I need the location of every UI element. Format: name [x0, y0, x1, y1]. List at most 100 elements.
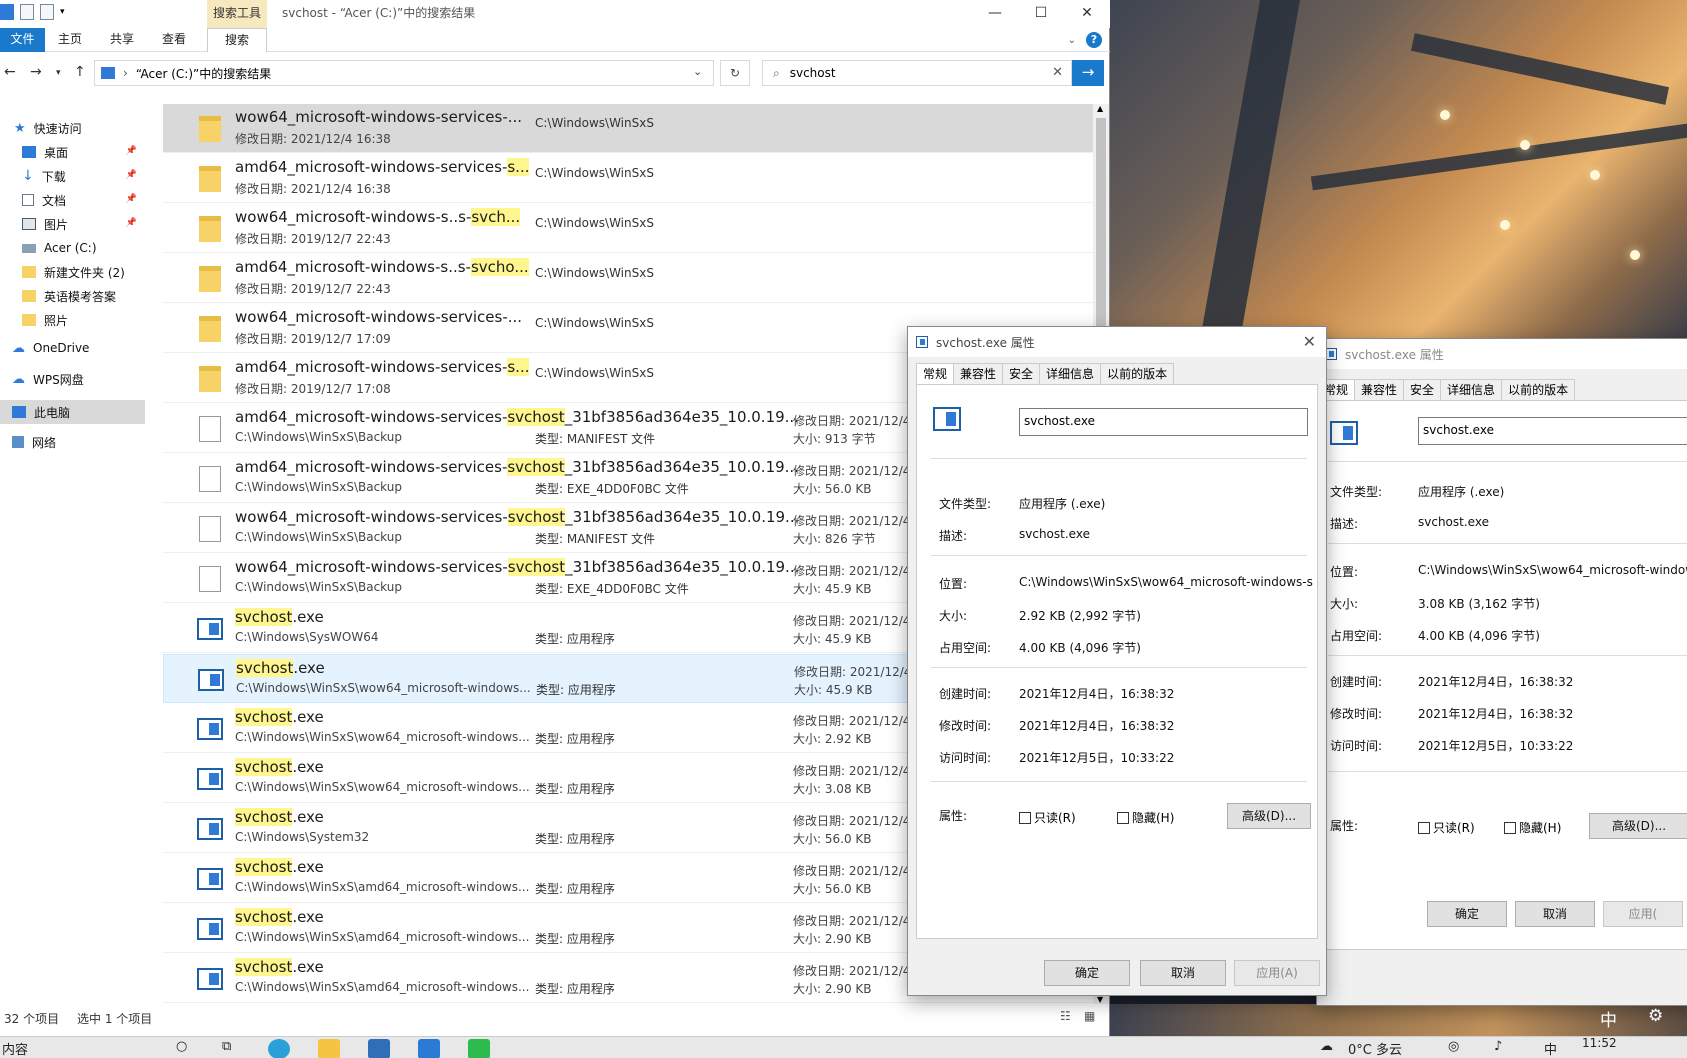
- tab-details[interactable]: 详细信息: [1440, 379, 1503, 401]
- maximize-button[interactable]: ☐: [1018, 0, 1064, 28]
- property-label: 位置:: [1330, 565, 1359, 579]
- file-explorer-icon[interactable]: [318, 1039, 340, 1058]
- ok-button[interactable]: 确定: [1044, 960, 1130, 986]
- mail-icon[interactable]: [418, 1039, 440, 1058]
- address-bar[interactable]: › “Acer (C:)”中的搜索结果: [94, 60, 714, 86]
- up-icon[interactable]: ↑: [74, 64, 86, 80]
- nav-wps-drive[interactable]: ☁ WPS网盘: [0, 367, 145, 391]
- result-size: 大小: 2.90 KB: [793, 982, 872, 996]
- readonly-checkbox[interactable]: 只读(R): [1019, 809, 1076, 826]
- filename-field[interactable]: svchost.exe: [1019, 408, 1308, 436]
- tab-previous-versions[interactable]: 以前的版本: [1501, 379, 1576, 401]
- result-type: 类型: 应用程序: [535, 982, 615, 996]
- tab-search[interactable]: 搜索: [207, 28, 267, 52]
- clear-search-icon[interactable]: ✕: [1052, 65, 1063, 80]
- back-icon[interactable]: ←: [4, 64, 16, 80]
- result-subtitle: C:\Windows\WinSxS\Backup: [235, 430, 402, 444]
- apply-button[interactable]: 应用(: [1603, 901, 1683, 927]
- edge-icon[interactable]: [268, 1039, 290, 1058]
- tab-previous-versions[interactable]: 以前的版本: [1100, 363, 1175, 385]
- address-dropdown-icon[interactable]: ⌄: [693, 65, 702, 78]
- cancel-button[interactable]: 取消: [1140, 960, 1226, 986]
- tab-security[interactable]: 安全: [1403, 379, 1442, 401]
- result-subtitle: 修改日期: 2019/12/7 22:43: [235, 282, 391, 296]
- pin-icon[interactable]: 📌: [126, 194, 137, 204]
- filename-field[interactable]: svchost.exe: [1418, 417, 1687, 445]
- nav-new-folder-2[interactable]: 新建文件夹 (2): [0, 260, 145, 284]
- table-row[interactable]: wow64_microsoft-windows-s..s-svch... 修改日期…: [163, 204, 1093, 253]
- hidden-checkbox[interactable]: 隐藏(H): [1504, 819, 1561, 836]
- advanced-button[interactable]: 高级(D)...: [1227, 803, 1311, 829]
- nav-network[interactable]: 网络: [0, 430, 145, 454]
- help-icon[interactable]: ?: [1086, 32, 1102, 48]
- properties-icon[interactable]: [20, 4, 34, 20]
- recent-locations-icon[interactable]: ▾: [56, 68, 61, 78]
- pin-icon[interactable]: 📌: [126, 146, 137, 156]
- tab-general[interactable]: 常规: [916, 363, 955, 385]
- result-location: C:\Windows\WinSxS: [535, 166, 654, 180]
- tiles-view-icon[interactable]: ▦: [1084, 1009, 1095, 1023]
- advanced-button[interactable]: 高级(D)...: [1589, 813, 1687, 839]
- readonly-checkbox[interactable]: 只读(R): [1418, 819, 1475, 836]
- dialog-title: svchost.exe 属性: [1345, 347, 1444, 362]
- nav-english-answers-label: 英语模考答案: [44, 289, 117, 304]
- ok-button[interactable]: 确定: [1427, 901, 1507, 927]
- nav-quick-access[interactable]: ★ 快速访问: [0, 116, 145, 140]
- tab-view[interactable]: 查看: [154, 28, 194, 52]
- settings-icon[interactable]: ⚙: [1648, 1006, 1663, 1026]
- tab-file[interactable]: 文件: [0, 28, 45, 52]
- cancel-button[interactable]: 取消: [1515, 901, 1595, 927]
- search-icon[interactable]: ○: [176, 1039, 187, 1054]
- task-view-icon[interactable]: ⧉: [222, 1039, 231, 1054]
- exe-icon: [1330, 421, 1358, 445]
- item-count: 32 个项目: [4, 1012, 60, 1026]
- store-icon[interactable]: [368, 1039, 390, 1058]
- clock[interactable]: 11:52: [1582, 1036, 1617, 1050]
- nav-documents[interactable]: 文档 📌: [0, 188, 145, 212]
- nav-photos[interactable]: 照片: [0, 308, 145, 332]
- ime-indicator[interactable]: 中: [1600, 1006, 1617, 1031]
- wechat-icon[interactable]: [468, 1039, 490, 1058]
- weather-text[interactable]: 0°C 多云: [1348, 1039, 1402, 1058]
- details-view-icon[interactable]: ☷: [1060, 1009, 1071, 1023]
- pin-icon[interactable]: 📌: [126, 218, 137, 228]
- table-row[interactable]: amd64_microsoft-windows-s..s-svcho... 修改日…: [163, 254, 1093, 303]
- result-name-suffix: _31bf3856ad364e35_10.0.19...: [565, 558, 800, 576]
- apply-button[interactable]: 应用(A): [1234, 960, 1320, 986]
- hidden-checkbox[interactable]: 隐藏(H): [1117, 809, 1174, 826]
- nav-acer-c[interactable]: Acer (C:): [0, 236, 145, 260]
- weather-icon[interactable]: ☁: [1320, 1039, 1333, 1054]
- nav-english-answers[interactable]: 英语模考答案: [0, 284, 145, 308]
- close-icon[interactable]: ✕: [1303, 332, 1316, 351]
- tab-share[interactable]: 共享: [102, 28, 142, 52]
- scroll-down-icon[interactable]: ▼: [1097, 995, 1103, 1004]
- new-folder-icon[interactable]: [40, 4, 54, 20]
- result-name-suffix: _31bf3856ad364e35_10.0.19...: [564, 458, 799, 476]
- minimize-button[interactable]: —: [972, 0, 1018, 28]
- taskbar-search-text[interactable]: 内容: [2, 1039, 28, 1058]
- forward-icon[interactable]: →: [30, 64, 42, 80]
- tab-compatibility[interactable]: 兼容性: [1354, 379, 1405, 401]
- nav-desktop[interactable]: 桌面 📌: [0, 140, 145, 164]
- input-language[interactable]: 中: [1544, 1039, 1557, 1058]
- expand-ribbon-icon[interactable]: ⌄: [1068, 35, 1076, 46]
- volume-icon[interactable]: ♪: [1494, 1039, 1502, 1054]
- nav-pictures[interactable]: 图片 📌: [0, 212, 145, 236]
- nav-this-pc[interactable]: 此电脑: [0, 400, 145, 424]
- search-input[interactable]: ⌕ svchost ✕: [762, 60, 1072, 86]
- scroll-up-icon[interactable]: ▲: [1097, 104, 1103, 113]
- tab-details[interactable]: 详细信息: [1039, 363, 1102, 385]
- refresh-button[interactable]: ↻: [720, 60, 750, 86]
- tab-security[interactable]: 安全: [1002, 363, 1041, 385]
- table-row[interactable]: wow64_microsoft-windows-services-... 修改日期…: [163, 104, 1093, 153]
- table-row[interactable]: amd64_microsoft-windows-services-s... 修改日…: [163, 154, 1093, 203]
- tab-compatibility[interactable]: 兼容性: [953, 363, 1004, 385]
- nav-onedrive[interactable]: ☁ OneDrive: [0, 336, 145, 360]
- pin-icon[interactable]: 📌: [126, 170, 137, 180]
- chevron-down-icon[interactable]: ▾: [60, 7, 65, 17]
- nav-downloads[interactable]: ↓ 下载 📌: [0, 164, 145, 188]
- close-button[interactable]: ✕: [1064, 0, 1110, 28]
- tab-home[interactable]: 主页: [50, 28, 90, 52]
- search-go-button[interactable]: →: [1072, 60, 1104, 86]
- network-status-icon[interactable]: ◎: [1448, 1039, 1459, 1054]
